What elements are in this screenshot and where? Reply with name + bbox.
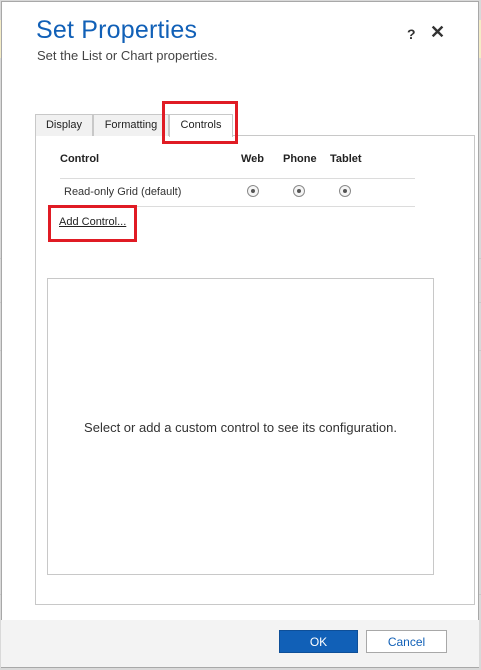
help-icon[interactable]: ? — [407, 26, 416, 42]
ok-button[interactable]: OK — [279, 630, 358, 653]
cancel-button[interactable]: Cancel — [366, 630, 447, 653]
column-header-phone: Phone — [283, 153, 317, 165]
close-icon[interactable]: ✕ — [430, 22, 445, 43]
header-divider — [60, 178, 415, 179]
web-radio[interactable] — [247, 185, 259, 197]
dialog-title: Set Properties — [36, 16, 198, 44]
configuration-placeholder-message: Select or add a custom control to see it… — [84, 420, 397, 435]
column-header-web: Web — [241, 153, 265, 165]
dialog-footer: OK Cancel — [1, 620, 479, 667]
dialog-subtitle: Set the List or Chart properties. — [37, 48, 218, 63]
tab-formatting[interactable]: Formatting — [93, 114, 169, 136]
tab-display[interactable]: Display — [35, 114, 93, 136]
phone-radio[interactable] — [293, 185, 305, 197]
column-header-tablet: Tablet — [330, 153, 362, 165]
add-control-highlight — [48, 205, 137, 242]
controls-tab-highlight — [162, 101, 238, 144]
control-name-cell: Read-only Grid (default) — [64, 186, 182, 198]
column-header-control: Control — [60, 153, 100, 165]
control-configuration-area: Select or add a custom control to see it… — [47, 278, 434, 575]
tablet-radio[interactable] — [339, 185, 351, 197]
